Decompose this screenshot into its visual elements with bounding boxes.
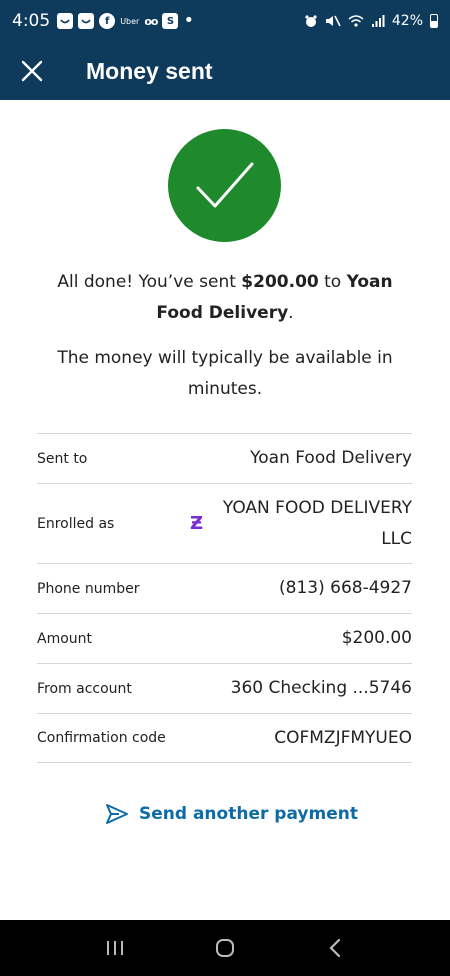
status-bar: 4:05 f Uber oo S • 42%: [0, 0, 450, 42]
phone-label: Phone number: [37, 580, 140, 597]
enrolled-as-value: YOAN FOOD DELIVERY LLC: [222, 497, 412, 549]
home-button[interactable]: [205, 928, 245, 968]
signal-icon: [371, 15, 385, 27]
page-title: Money sent: [86, 57, 213, 84]
detail-row-enrolled-as: Enrolled as Ƶ YOAN FOOD DELIVERY LLC: [37, 483, 412, 563]
status-time: 4:05: [12, 11, 51, 31]
confirmation-mid: to: [318, 272, 347, 292]
uber-app-label: Uber: [120, 16, 140, 26]
confirmation-code-value: COFMZJFMYUEO: [274, 727, 412, 748]
system-navigation-bar: [0, 920, 450, 976]
send-icon: [106, 804, 128, 824]
enrolled-as-label: Enrolled as: [37, 515, 115, 532]
confirmation-suffix: .: [288, 303, 294, 323]
zelle-icon: Ƶ: [190, 513, 204, 534]
notification-icon: [57, 13, 74, 29]
availability-message: The money will typically be available in…: [57, 348, 393, 399]
detail-row-confirmation-code: Confirmation code COFMZJFMYUEO: [37, 713, 412, 763]
recent-apps-icon: [107, 941, 123, 955]
transaction-details: Sent to Yoan Food Delivery Enrolled as Ƶ…: [37, 433, 412, 763]
checkmark-icon: [196, 162, 253, 207]
confirmation-message: All done! You’ve sent $200.00 to Yoan Fo…: [40, 267, 410, 329]
wifi-icon: [348, 15, 364, 27]
detail-row-phone: Phone number (813) 668-4927: [37, 563, 412, 613]
battery-percent: 42%: [391, 13, 423, 29]
amount-value: $200.00: [341, 628, 412, 648]
detail-row-from-account: From account 360 Checking ...5746: [37, 663, 412, 713]
more-notifications-dot-icon: •: [183, 10, 195, 31]
confirmation-code-label: Confirmation code: [37, 730, 166, 746]
back-button[interactable]: [315, 928, 355, 968]
mute-icon: [325, 15, 341, 27]
home-icon: [216, 939, 234, 957]
app-header: Money sent: [0, 42, 450, 100]
recent-apps-button[interactable]: [95, 928, 135, 968]
amount-label: Amount: [37, 630, 93, 647]
detail-row-sent-to: Sent to Yoan Food Delivery: [37, 433, 412, 483]
send-another-payment-button[interactable]: Send another payment: [105, 797, 358, 831]
sent-to-value: Yoan Food Delivery: [250, 448, 412, 468]
close-button[interactable]: [2, 42, 62, 100]
success-badge: [168, 129, 281, 242]
sent-to-label: Sent to: [37, 450, 88, 467]
battery-icon: [430, 14, 438, 28]
from-account-value: 360 Checking ...5746: [230, 678, 412, 698]
sent-amount: $200.00: [241, 272, 319, 292]
send-another-label: Send another payment: [139, 804, 358, 824]
from-account-label: From account: [37, 680, 132, 697]
voicemail-icon: oo: [144, 14, 158, 28]
back-icon: [329, 938, 341, 958]
detail-row-amount: Amount $200.00: [37, 613, 412, 663]
confirmation-prefix: All done! You’ve sent: [57, 272, 242, 292]
alarm-icon: [305, 15, 317, 27]
notification-icon: [78, 13, 95, 29]
s-icon: S: [162, 13, 179, 29]
close-icon: [21, 60, 43, 82]
status-right: 42%: [304, 13, 438, 29]
phone-value: (813) 668-4927: [279, 578, 412, 598]
facebook-icon: f: [99, 13, 116, 29]
status-left: 4:05 f Uber oo S •: [12, 11, 194, 31]
